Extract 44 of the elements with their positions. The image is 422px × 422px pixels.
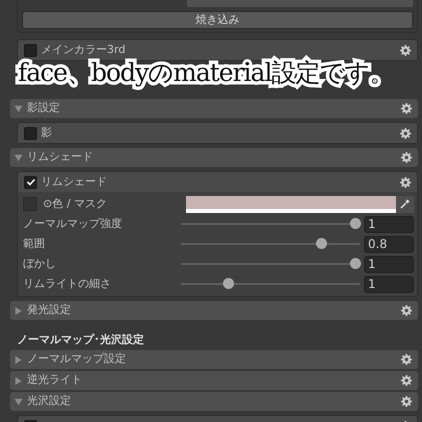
foldout-header[interactable]: 逆光ライト bbox=[10, 371, 418, 390]
number-field[interactable]: 1 bbox=[364, 256, 414, 272]
settings-icon[interactable] bbox=[400, 176, 411, 188]
settings-icon[interactable] bbox=[401, 354, 412, 365]
foldout-header[interactable]: 影設定 bbox=[10, 99, 418, 118]
color-field[interactable] bbox=[186, 196, 396, 212]
slider-thumb[interactable] bbox=[350, 218, 361, 229]
expand-arrow-icon[interactable] bbox=[14, 306, 23, 314]
bake-button[interactable]: 焼き込み bbox=[22, 11, 413, 29]
slider-thumb[interactable] bbox=[223, 278, 234, 289]
foldout-header[interactable]: リムシェード bbox=[10, 148, 418, 167]
settings-icon[interactable] bbox=[400, 44, 411, 56]
slider-thumb[interactable] bbox=[350, 258, 361, 269]
settings-icon[interactable] bbox=[401, 396, 412, 407]
foldout-header[interactable]: ノーマルマップ設定 bbox=[10, 350, 418, 369]
collapse-arrow-icon[interactable] bbox=[14, 104, 23, 112]
checkbox[interactable] bbox=[24, 126, 37, 140]
collapse-arrow-icon[interactable] bbox=[14, 154, 23, 162]
section-title: 影 bbox=[41, 124, 53, 141]
slider-thumb[interactable] bbox=[316, 238, 328, 249]
foldout-header[interactable]: 光沢設定 bbox=[10, 392, 418, 411]
number-field[interactable]: 1 bbox=[364, 216, 414, 232]
eyedropper-icon[interactable] bbox=[396, 196, 414, 212]
property-label: 範囲 bbox=[23, 236, 46, 252]
number-field[interactable]: 0.8 bbox=[364, 236, 414, 252]
number-field[interactable]: 1 bbox=[364, 276, 414, 292]
property-label: ノーマルマップ強度 bbox=[23, 216, 123, 232]
expand-arrow-icon[interactable] bbox=[14, 356, 23, 364]
settings-icon[interactable] bbox=[401, 152, 412, 163]
collapse-arrow-icon[interactable] bbox=[14, 398, 23, 406]
property-label: ぼかし bbox=[23, 256, 57, 272]
checkbox[interactable] bbox=[24, 176, 37, 188]
property-label: ⊙色 / マスク bbox=[43, 196, 108, 212]
section-title: リムシェード bbox=[41, 174, 108, 190]
expand-arrow-icon[interactable] bbox=[14, 376, 23, 384]
foldout-header[interactable]: 発光設定 bbox=[10, 301, 418, 320]
settings-icon[interactable] bbox=[400, 128, 411, 138]
settings-icon[interactable] bbox=[401, 305, 412, 316]
section-title: メインカラー3rd bbox=[41, 42, 126, 58]
property-label: リムライトの細さ bbox=[23, 276, 112, 292]
settings-icon[interactable] bbox=[401, 375, 412, 386]
section-heading: ノーマルマップ･光沢設定 bbox=[16, 332, 145, 348]
settings-icon[interactable] bbox=[401, 103, 412, 114]
checkbox[interactable] bbox=[24, 44, 37, 56]
